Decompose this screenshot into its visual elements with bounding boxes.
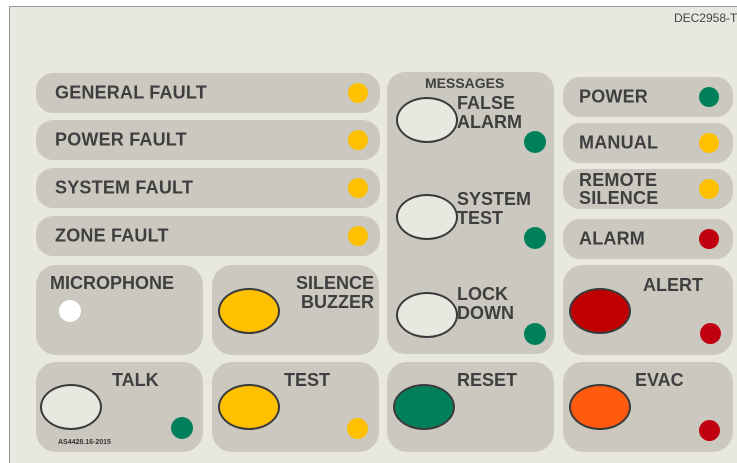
talk-button[interactable] bbox=[40, 384, 102, 430]
power-led-icon bbox=[699, 87, 719, 107]
alarm-label: ALARM bbox=[579, 228, 645, 249]
silence-buzzer-label: SILENCE BUZZER bbox=[295, 273, 374, 312]
zone-fault-indicator: ZONE FAULT bbox=[36, 216, 380, 256]
manual-led-icon bbox=[699, 133, 719, 153]
system-test-label: SYSTEM TEST bbox=[457, 189, 532, 228]
system-test-led-icon bbox=[524, 227, 546, 249]
microphone-panel: MICROPHONE bbox=[36, 265, 203, 355]
remote-silence-label: REMOTE SILENCE bbox=[579, 170, 659, 208]
system-fault-led-icon bbox=[348, 178, 368, 198]
panel-code: DEC2958-T2 bbox=[673, 11, 737, 25]
silence-buzzer-panel: SILENCE BUZZER bbox=[212, 265, 379, 355]
evac-button[interactable] bbox=[569, 384, 631, 430]
test-led-icon bbox=[347, 418, 368, 439]
reset-button[interactable] bbox=[393, 384, 455, 430]
zone-fault-label: ZONE FAULT bbox=[55, 225, 169, 246]
general-fault-label: GENERAL FAULT bbox=[55, 82, 207, 103]
talk-panel: TALK AS4428.16-2015 bbox=[36, 362, 203, 452]
alert-label: ALERT bbox=[643, 275, 703, 295]
lock-down-led-icon bbox=[524, 323, 546, 345]
reset-label: RESET bbox=[457, 370, 518, 390]
manual-label: MANUAL bbox=[579, 132, 659, 153]
evac-panel: EVAC bbox=[563, 362, 733, 452]
general-fault-led-icon bbox=[348, 83, 368, 103]
alarm-indicator: ALARM bbox=[563, 219, 733, 259]
system-fault-label: SYSTEM FAULT bbox=[55, 177, 194, 198]
test-button[interactable] bbox=[218, 384, 280, 430]
silence-buzzer-button[interactable] bbox=[218, 288, 280, 334]
fire-panel: DEC2958-T2 GENERAL FAULT POWER FAULT SYS… bbox=[9, 6, 737, 463]
evac-label: EVAC bbox=[635, 370, 684, 390]
standard-label: AS4428.16-2015 bbox=[58, 439, 111, 446]
power-label: POWER bbox=[579, 86, 649, 107]
messages-panel: MESSAGES FALSE ALARM SYSTEM TEST LOCK DO… bbox=[387, 72, 554, 354]
microphone-led-icon bbox=[59, 300, 81, 322]
power-fault-indicator: POWER FAULT bbox=[36, 120, 380, 160]
test-label: TEST bbox=[284, 370, 331, 390]
test-panel: TEST bbox=[212, 362, 379, 452]
system-test-button[interactable] bbox=[396, 194, 458, 240]
lock-down-button[interactable] bbox=[396, 292, 458, 338]
general-fault-indicator: GENERAL FAULT bbox=[36, 73, 380, 113]
reset-panel: RESET bbox=[387, 362, 554, 452]
power-fault-label: POWER FAULT bbox=[55, 129, 187, 150]
alert-led-icon bbox=[700, 323, 721, 344]
talk-label: TALK bbox=[112, 370, 159, 390]
system-fault-indicator: SYSTEM FAULT bbox=[36, 168, 380, 208]
remote-silence-indicator: REMOTE SILENCE bbox=[563, 169, 733, 209]
alert-button[interactable] bbox=[569, 288, 631, 334]
power-fault-led-icon bbox=[348, 130, 368, 150]
alert-panel: ALERT bbox=[563, 265, 733, 355]
zone-fault-led-icon bbox=[348, 226, 368, 246]
evac-led-icon bbox=[699, 420, 720, 441]
alarm-led-icon bbox=[699, 229, 719, 249]
false-alarm-led-icon bbox=[524, 131, 546, 153]
messages-title: MESSAGES bbox=[425, 75, 505, 91]
manual-indicator: MANUAL bbox=[563, 123, 733, 163]
lock-down-label: LOCK DOWN bbox=[457, 284, 514, 323]
remote-silence-led-icon bbox=[699, 179, 719, 199]
talk-led-icon bbox=[171, 417, 193, 439]
false-alarm-button[interactable] bbox=[396, 97, 458, 143]
power-indicator: POWER bbox=[563, 77, 733, 117]
false-alarm-label: FALSE ALARM bbox=[457, 93, 522, 132]
microphone-label: MICROPHONE bbox=[50, 273, 175, 293]
